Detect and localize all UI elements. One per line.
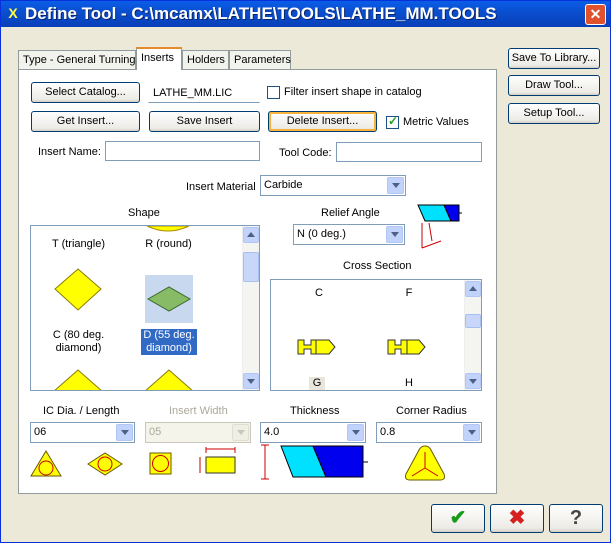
shape-item-d-label: D (55 deg. diamond)	[141, 329, 197, 355]
catalog-name-field[interactable]: LATHE_MM.LIC	[148, 83, 260, 103]
define-tool-dialog: X Define Tool - C:\mcamx\LATHE\TOOLS\LAT…	[0, 0, 611, 543]
round-shape-icon	[146, 226, 190, 232]
help-icon: ?	[569, 507, 583, 529]
get-insert-button[interactable]: Get Insert...	[31, 111, 140, 132]
insert-width-diagram-icon	[199, 447, 236, 474]
app-icon: X	[8, 5, 18, 21]
thickness-label: Thickness	[290, 405, 340, 417]
ok-button[interactable]: ✔	[431, 504, 485, 533]
chevron-down-icon[interactable]	[116, 424, 133, 441]
cross-section-list[interactable]: C F G H	[270, 279, 482, 391]
cross-section-label: Cross Section	[343, 260, 412, 272]
scroll-up-icon[interactable]	[243, 227, 259, 243]
insert-material-value: Carbide	[264, 179, 303, 191]
metric-values-checkbox[interactable]	[386, 114, 399, 129]
close-button[interactable]: ✕	[585, 4, 606, 25]
shape-item-t[interactable]: T (triangle)	[41, 238, 116, 251]
corner-radius-select[interactable]: 0.8	[376, 422, 482, 443]
diamond-80-icon	[54, 268, 102, 311]
cross-section-item-h[interactable]: H	[399, 377, 419, 390]
thickness-select[interactable]: 4.0	[260, 422, 366, 443]
relief-angle-value: N (0 deg.)	[297, 228, 346, 240]
shape-item-c[interactable]: C (80 deg. diamond)	[41, 329, 116, 355]
setup-tool-button[interactable]: Setup Tool...	[508, 103, 600, 124]
save-to-library-button[interactable]: Save To Library...	[508, 48, 600, 69]
save-insert-button[interactable]: Save Insert	[149, 111, 260, 132]
insert-width-select: 05	[145, 422, 251, 443]
chevron-down-icon[interactable]	[386, 226, 403, 243]
tool-code-input[interactable]	[336, 142, 482, 162]
insert-name-input[interactable]	[105, 141, 260, 161]
ic-dia-label: IC Dia. / Length	[43, 405, 120, 417]
tab-parameters[interactable]: Parameters	[229, 50, 291, 69]
shape-list[interactable]: T (triangle) R (round) C (80 deg. diamon…	[30, 225, 260, 391]
help-button[interactable]: ?	[549, 504, 603, 533]
select-catalog-button[interactable]: Select Catalog...	[31, 82, 140, 103]
insert-material-select[interactable]: Carbide	[260, 175, 406, 196]
ic-diamond-diagram-icon	[87, 452, 123, 476]
corner-radius-label: Corner Radius	[396, 405, 467, 417]
scroll-down-icon[interactable]	[465, 373, 481, 389]
delete-insert-button[interactable]: Delete Insert...	[268, 111, 377, 132]
ic-dia-value: 06	[34, 426, 47, 438]
insert-width-value: 05	[149, 426, 162, 438]
tool-code-label: Tool Code:	[279, 147, 332, 159]
insert-width-label: Insert Width	[169, 405, 228, 417]
insert-material-label: Insert Material	[186, 181, 256, 193]
insert-name-label: Insert Name:	[38, 146, 101, 158]
ic-square-diagram-icon	[149, 452, 172, 475]
tab-type-general-turning[interactable]: Type - General Turning	[18, 50, 136, 69]
chevron-down-icon[interactable]	[347, 424, 364, 441]
cancel-button[interactable]: ✖	[490, 504, 544, 533]
cross-section-icons	[297, 339, 426, 355]
chevron-down-icon[interactable]	[463, 424, 480, 441]
ic-triangle-diagram-icon	[30, 450, 62, 477]
filter-insert-shape-checkbox[interactable]	[267, 86, 280, 99]
cross-section-scrollbar[interactable]	[464, 280, 481, 390]
chevron-down-icon[interactable]	[387, 177, 404, 194]
metric-values-label: Metric Values	[403, 116, 469, 128]
shape-item-d[interactable]: D (55 deg. diamond)	[141, 329, 197, 355]
corner-radius-diagram-icon	[405, 445, 445, 481]
cancel-x-icon: ✖	[508, 507, 526, 529]
shape-item-r[interactable]: R (round)	[131, 238, 206, 251]
cross-section-item-g[interactable]: G	[309, 377, 325, 390]
relief-angle-label: Relief Angle	[321, 207, 380, 219]
thickness-value: 4.0	[264, 426, 280, 438]
tab-holders[interactable]: Holders	[182, 50, 229, 69]
check-icon: ✔	[449, 507, 467, 529]
draw-tool-button[interactable]: Draw Tool...	[508, 75, 600, 96]
chevron-down-icon	[232, 424, 249, 441]
scroll-thumb[interactable]	[243, 252, 259, 282]
thickness-diagram-icon	[261, 444, 368, 480]
scroll-down-icon[interactable]	[243, 373, 259, 389]
tab-inserts[interactable]: Inserts	[136, 47, 182, 70]
corner-radius-value: 0.8	[380, 426, 396, 438]
window-title: Define Tool - C:\mcamx\LATHE\TOOLS\LATHE…	[25, 4, 497, 23]
relief-angle-icon	[417, 204, 462, 249]
title-bar: X Define Tool - C:\mcamx\LATHE\TOOLS\LAT…	[1, 1, 610, 27]
triangle-shape-icon	[54, 369, 102, 390]
scroll-thumb[interactable]	[465, 314, 481, 328]
scroll-up-icon[interactable]	[465, 281, 481, 297]
filter-insert-shape-label: Filter insert shape in catalog	[284, 86, 422, 98]
shape-scrollbar[interactable]	[242, 226, 259, 390]
triangle-shape-icon-2	[145, 369, 193, 390]
shape-label: Shape	[128, 207, 160, 219]
relief-angle-select[interactable]: N (0 deg.)	[293, 224, 405, 245]
ic-dia-select[interactable]: 06	[30, 422, 135, 443]
